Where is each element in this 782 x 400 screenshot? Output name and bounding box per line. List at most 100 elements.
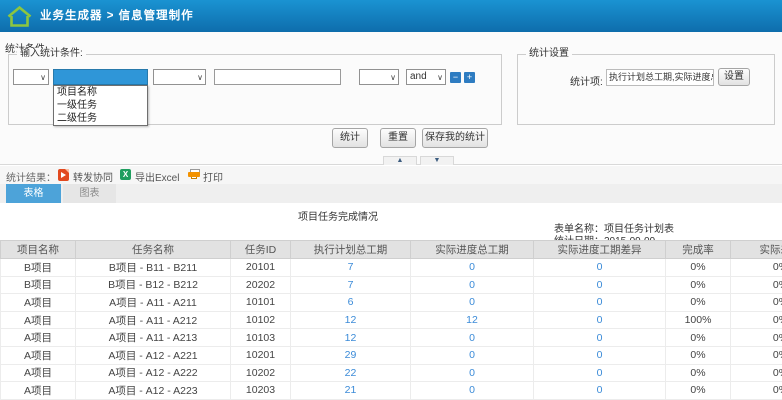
table-row: A项目A项目 - A12 - A2231020321000%0% [1,382,782,400]
column-header: 实际进度总工期 [411,241,534,259]
cell: 0% [731,276,782,294]
cell: A项目 - A12 - A221 [76,346,231,364]
cell-link[interactable]: 0 [534,294,666,312]
column-header: 实际差异 [731,241,782,259]
collapse-down-button[interactable]: ▼ [420,156,454,165]
cell: B项目 [1,259,76,277]
cell: 0% [731,346,782,364]
cell: A项目 [1,346,76,364]
cell: 10203 [231,382,291,400]
cell: 10201 [231,346,291,364]
cell: 100% [666,311,731,329]
table-row: A项目A项目 - A11 - A2121010212120100%0% [1,311,782,329]
cell: A项目 - A11 - A213 [76,329,231,347]
cell: A项目 [1,382,76,400]
cell-link[interactable]: 0 [411,294,534,312]
cell: A项目 - A11 - A211 [76,294,231,312]
cell-link[interactable]: 12 [291,311,411,329]
cell-link[interactable]: 0 [534,346,666,364]
remove-condition-button[interactable]: − [450,72,461,83]
cell: A项目 [1,364,76,382]
cell: 0% [731,311,782,329]
top-bar: 业务生成器 > 信息管理制作 [0,0,782,32]
chevron-down-icon: ∨ [390,71,396,85]
dropdown-option[interactable]: 一级任务 [54,99,147,112]
table-row: B项目B项目 - B12 - B212202027000%0% [1,276,782,294]
cell-link[interactable]: 0 [534,329,666,347]
statistics-settings-fieldset: 统计设置 统计项: 执行计划总工期,实际进度总工 设置 [517,54,775,125]
table-row: A项目A项目 - A11 - A211101016000%0% [1,294,782,312]
cell: 10103 [231,329,291,347]
dropdown-option[interactable]: 二级任务 [54,112,147,125]
statistics-button[interactable]: 统计 [332,128,368,148]
cell: 10102 [231,311,291,329]
stat-item-label: 统计项: [570,73,603,88]
cell-link[interactable]: 0 [534,311,666,329]
cell: 20101 [231,259,291,277]
tab-chart[interactable]: 图表 [63,184,116,203]
save-statistics-button[interactable]: 保存我的统计 [422,128,488,148]
results-label: 统计结果： [6,169,56,184]
table-row: A项目A项目 - A12 - A2211020129000%0% [1,346,782,364]
condition-fieldset-label: 输入统计条件: [17,48,86,60]
value-select[interactable]: ∨ [359,69,399,85]
cell-link[interactable]: 22 [291,364,411,382]
cell-link[interactable]: 0 [534,382,666,400]
collapse-up-button[interactable]: ▲ [383,156,417,165]
cell-link[interactable]: 0 [411,276,534,294]
cell-link[interactable]: 0 [411,364,534,382]
cell-link[interactable]: 0 [411,382,534,400]
add-condition-button[interactable]: + [464,72,475,83]
cell-link[interactable]: 0 [534,259,666,277]
cell-link[interactable]: 12 [291,329,411,347]
cell: A项目 [1,311,76,329]
print-icon [188,169,200,180]
settings-button[interactable]: 设置 [718,68,750,86]
cell-link[interactable]: 7 [291,259,411,277]
cell-link[interactable]: 29 [291,346,411,364]
chevron-down-icon: ∨ [40,71,46,85]
cell-link[interactable]: 12 [411,311,534,329]
condition-value-input[interactable] [214,69,341,85]
reset-button[interactable]: 重置 [380,128,416,148]
cell-link[interactable]: 0 [534,364,666,382]
dropdown-option[interactable]: 项目名称 [54,86,147,99]
table-body: B项目B项目 - B11 - B211201017000%0%B项目B项目 - … [1,259,782,400]
cell: A项目 - A11 - A212 [76,311,231,329]
export-excel-label: 导出Excel [135,169,179,184]
and-or-select[interactable]: and ∨ [406,69,446,85]
cell: 0% [731,259,782,277]
logic-select[interactable]: ∨ [13,69,49,85]
tab-table[interactable]: 表格 [6,184,61,203]
condition-fieldset: 输入统计条件: ∨ 项目名称一级任务二级任务 ∨ ∨ and ∨ − + [8,54,502,125]
column-header: 项目名称 [1,241,76,259]
result-tabs: 表格 图表 [0,184,782,203]
cell: 0% [731,329,782,347]
cell: B项目 - B11 - B211 [76,259,231,277]
cell: 0% [666,294,731,312]
cell-link[interactable]: 7 [291,276,411,294]
report-section: 项目任务完成情况 表单名称：项目任务计划表 统计日期：2015-09-09 项目… [0,203,782,400]
chevron-down-icon: ∨ [197,71,203,85]
cell: A项目 - A12 - A223 [76,382,231,400]
condition-dropdown-list: 项目名称一级任务二级任务 [53,85,148,126]
table-header-row: 项目名称任务名称任务ID执行计划总工期实际进度总工期实际进度工期差异完成率实际差… [1,241,782,259]
cell-link[interactable]: 0 [411,346,534,364]
result-table-wrapper: 项目名称任务名称任务ID执行计划总工期实际进度总工期实际进度工期差异完成率实际差… [0,240,782,400]
column-header: 执行计划总工期 [291,241,411,259]
result-table: 项目名称任务名称任务ID执行计划总工期实际进度总工期实际进度工期差异完成率实际差… [0,240,782,400]
field-select-open[interactable] [53,69,148,85]
chevron-up-icon: ▲ [397,157,404,164]
and-or-value: and [410,71,427,82]
cell-link[interactable]: 0 [411,329,534,347]
cell: A项目 [1,294,76,312]
excel-icon: X [120,169,131,180]
column-header: 完成率 [666,241,731,259]
cell-link[interactable]: 6 [291,294,411,312]
home-icon[interactable] [6,4,33,29]
cell-link[interactable]: 21 [291,382,411,400]
chevron-down-icon: ▼ [434,157,441,164]
cell-link[interactable]: 0 [534,276,666,294]
cell-link[interactable]: 0 [411,259,534,277]
operator-select[interactable]: ∨ [153,69,206,85]
